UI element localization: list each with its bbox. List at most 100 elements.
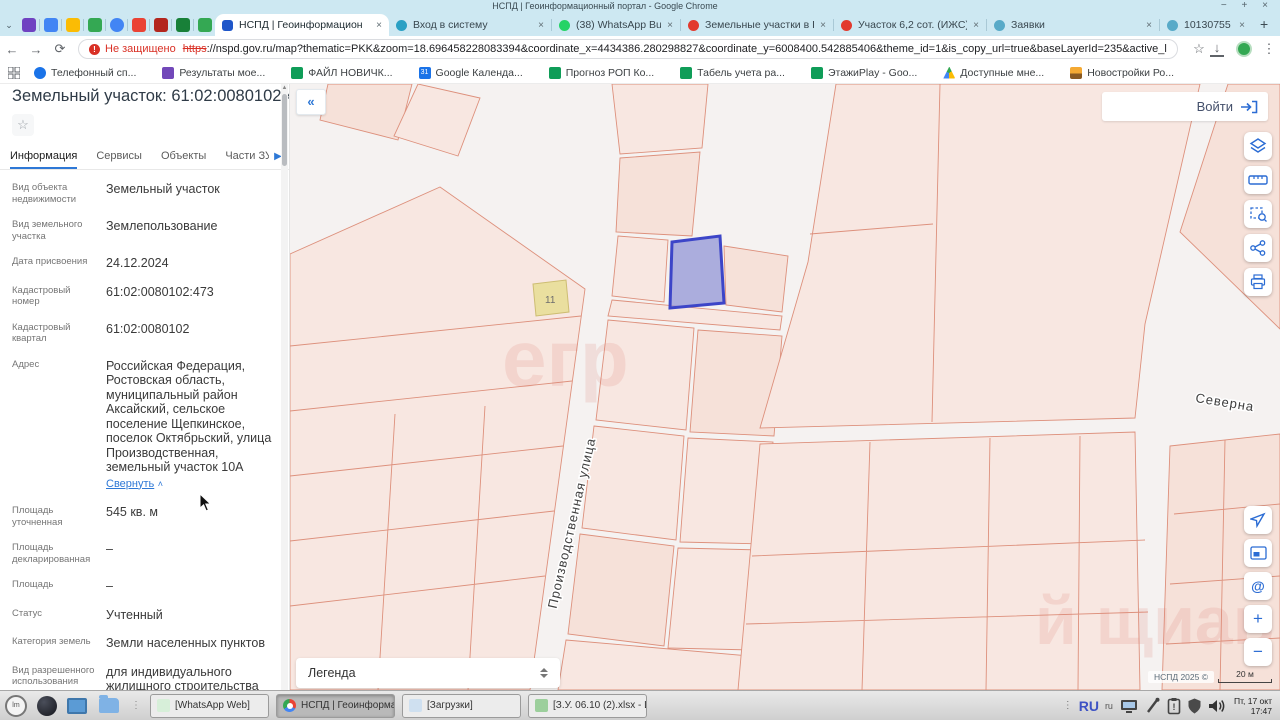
- tab-close-icon[interactable]: ×: [973, 20, 979, 31]
- bookmark-item[interactable]: Новостройки Ро...: [1070, 67, 1174, 79]
- field-row: Площадь уточненная545 кв. м: [12, 505, 287, 528]
- show-desktop-icon[interactable]: [67, 698, 87, 714]
- tab-search-chevron-icon[interactable]: ⌄: [0, 20, 18, 36]
- pinned-tab-icon[interactable]: [44, 18, 58, 32]
- task-button-nspd[interactable]: НСПД | Геоинформацио...: [276, 694, 395, 718]
- back-icon[interactable]: ←: [0, 42, 24, 57]
- reload-icon[interactable]: ⟳: [48, 41, 72, 57]
- pinned-tab-icon[interactable]: [198, 18, 212, 32]
- coordinate-search-button[interactable]: @: [1244, 572, 1272, 600]
- volume-tray-icon[interactable]: [1208, 697, 1228, 715]
- tab-chasti-zu[interactable]: Части ЗУ: [225, 145, 272, 170]
- pinned-tab-icon[interactable]: [132, 18, 146, 32]
- field-label: Кадастровый квартал: [12, 322, 106, 345]
- bookmark-star-icon[interactable]: ☆: [1188, 41, 1210, 57]
- profile-avatar[interactable]: [1236, 41, 1252, 57]
- task-button-whatsapp[interactable]: [WhatsApp Web]: [150, 694, 269, 718]
- selected-parcel[interactable]: [670, 236, 724, 308]
- bookmark-item[interactable]: Доступные мне...: [943, 67, 1044, 79]
- task-button-downloads[interactable]: [Загрузки]: [402, 694, 521, 718]
- tab-object[interactable]: 10130755 Объект ×: [1160, 14, 1252, 36]
- url-input[interactable]: ! Не защищено https://nspd.gov.ru/map?th…: [78, 39, 1178, 59]
- tab-servisy[interactable]: Сервисы: [96, 145, 142, 170]
- measure-tool-button[interactable]: [1244, 166, 1272, 194]
- display-tray-icon[interactable]: [1119, 697, 1139, 715]
- panel-scrollbar[interactable]: ▲: [281, 84, 288, 690]
- tab-informatsiya[interactable]: Информация: [10, 145, 77, 170]
- zoom-out-button[interactable]: −: [1244, 638, 1272, 666]
- street-label-severnaya: Северна: [1195, 390, 1256, 414]
- login-button[interactable]: Войти: [1102, 92, 1268, 121]
- pinned-tab-icon[interactable]: [88, 18, 102, 32]
- favorite-star-icon[interactable]: ☆: [12, 114, 34, 136]
- tool-tray-icon[interactable]: [1145, 697, 1161, 715]
- parcel-block[interactable]: [760, 84, 1200, 428]
- scroll-up-icon[interactable]: ▲: [281, 84, 288, 92]
- layers-tool-button[interactable]: [1244, 132, 1272, 160]
- panel-collapse-button[interactable]: «: [296, 89, 326, 115]
- share-tool-button[interactable]: [1244, 234, 1272, 262]
- bookmark-item[interactable]: ФАЙЛ НОВИЧК...: [291, 67, 392, 79]
- keyboard-layout-small[interactable]: ru: [1105, 701, 1113, 711]
- file-manager-icon[interactable]: [99, 698, 119, 713]
- bookmark-item[interactable]: 31Google Календа...: [419, 67, 523, 79]
- parcel[interactable]: [616, 152, 700, 236]
- bookmark-item[interactable]: Прогноз РОП Ко...: [549, 67, 654, 79]
- print-tool-button[interactable]: [1244, 268, 1272, 296]
- zoom-in-button[interactable]: +: [1244, 605, 1272, 633]
- app-launcher-icon[interactable]: [37, 696, 57, 716]
- legend-bar[interactable]: Легенда: [296, 658, 560, 688]
- pinned-tab-icon[interactable]: [66, 18, 80, 32]
- menu-kebab-icon[interactable]: ⋮: [1258, 41, 1280, 57]
- bookmark-item[interactable]: Результаты мое...: [162, 67, 265, 79]
- parcel[interactable]: [612, 236, 668, 302]
- apps-grid-icon[interactable]: [8, 67, 20, 79]
- tab-close-icon[interactable]: ×: [1239, 20, 1245, 31]
- window-controls-icons[interactable]: − + ×: [1221, 0, 1274, 11]
- tab-login[interactable]: Вход в систему ×: [389, 14, 551, 36]
- tab-uchastok[interactable]: Участок 6,2 сот. (ИЖС) н ×: [834, 14, 986, 36]
- clock[interactable]: Пт, 17 окт 17:47: [1234, 696, 1272, 716]
- mouse-cursor: [199, 493, 213, 513]
- pinned-tab-icon[interactable]: [154, 18, 168, 32]
- keyboard-layout[interactable]: RU: [1079, 698, 1099, 714]
- new-tab-button[interactable]: +: [1252, 16, 1276, 36]
- map-canvas[interactable]: егр й щиаь 11 Производственная улица Сев…: [290, 84, 1280, 690]
- shield-tray-icon[interactable]: [1187, 697, 1202, 715]
- parcel[interactable]: [612, 84, 708, 154]
- start-menu-button[interactable]: lm: [5, 695, 27, 717]
- field-value: –: [106, 542, 282, 565]
- tab-close-icon[interactable]: ×: [538, 20, 544, 31]
- bookmark-item[interactable]: ЭтажиPlay - Goo...: [811, 67, 917, 79]
- tab-close-icon[interactable]: ×: [820, 20, 826, 31]
- collapse-address-link[interactable]: Свернуть: [106, 477, 154, 492]
- bookmark-item[interactable]: Телефонный сп...: [34, 67, 136, 79]
- security-label[interactable]: Не защищено: [105, 43, 176, 55]
- forward-icon[interactable]: →: [24, 42, 48, 57]
- tab-parcels[interactable]: Земельные участки в Рос ×: [681, 14, 833, 36]
- clipboard-tray-icon[interactable]: !: [1167, 697, 1181, 715]
- legend-expand-icon[interactable]: [540, 668, 548, 678]
- tab-close-icon[interactable]: ×: [1146, 20, 1152, 31]
- task-button-xlsx[interactable]: [З.У. 06.10 (2).xlsx - Libre...: [528, 694, 647, 718]
- window-title: НСПД | Геоинформационный портал - Google…: [0, 1, 1210, 11]
- bookmark-item[interactable]: Табель учета ра...: [680, 67, 785, 79]
- parcel[interactable]: [568, 534, 674, 646]
- tab-whatsapp[interactable]: (38) WhatsApp Business ×: [552, 14, 680, 36]
- tab-obekty[interactable]: Объекты: [161, 145, 206, 170]
- area-select-tool-button[interactable]: [1244, 200, 1272, 228]
- tab-nspd-active[interactable]: НСПД | Геоинформацион ×: [215, 14, 389, 36]
- scrollbar-thumb[interactable]: [282, 94, 287, 166]
- tab-close-icon[interactable]: ×: [667, 20, 673, 31]
- tab-close-icon[interactable]: ×: [376, 20, 382, 31]
- cadastral-map[interactable]: егр й щиаь 11 Производственная улица Сев…: [290, 84, 1280, 690]
- pinned-tab-icon[interactable]: [110, 18, 124, 32]
- parcel-block[interactable]: [290, 187, 585, 690]
- locate-tool-button[interactable]: [1244, 506, 1272, 534]
- tab-zayavki[interactable]: Заявки ×: [987, 14, 1159, 36]
- downloads-icon[interactable]: ↓: [1210, 42, 1224, 57]
- overview-map-button[interactable]: [1244, 539, 1272, 567]
- pinned-tab-icon[interactable]: [22, 18, 36, 32]
- parcel[interactable]: [724, 246, 788, 312]
- pinned-tab-icon[interactable]: [176, 18, 190, 32]
